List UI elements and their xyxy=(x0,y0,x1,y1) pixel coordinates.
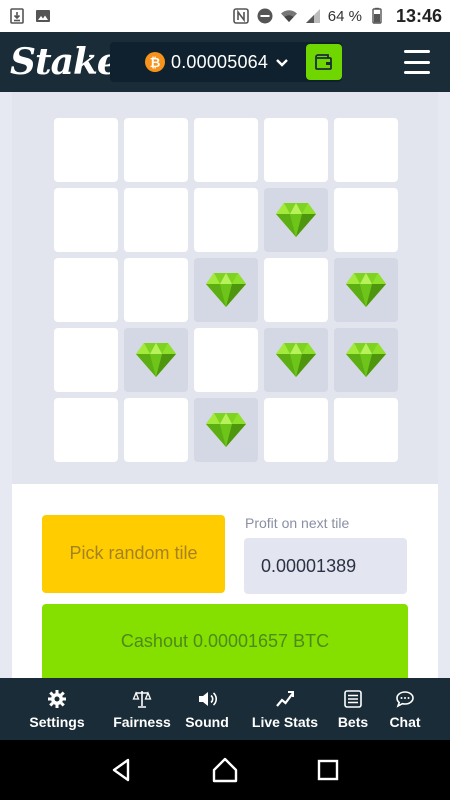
nav-settings[interactable]: Settings xyxy=(0,678,114,740)
tile-gem xyxy=(124,328,188,392)
android-nav-bar xyxy=(0,740,450,800)
nav-sound[interactable]: Sound xyxy=(170,678,244,740)
chart-icon xyxy=(276,690,294,707)
tile-hidden[interactable] xyxy=(124,398,188,462)
gem-icon xyxy=(346,273,386,307)
app-header: Stake ₿ 0.00005064 xyxy=(0,32,450,92)
tile-hidden[interactable] xyxy=(264,118,328,182)
image-icon xyxy=(34,7,52,25)
profit-label: Profit on next tile xyxy=(245,515,350,531)
wallet-balance-selector[interactable]: ₿ 0.00005064 xyxy=(110,42,342,82)
nav-live-stats[interactable]: Live Stats xyxy=(244,678,326,740)
pick-random-tile-button[interactable]: Pick random tile xyxy=(42,515,225,593)
tile-gem xyxy=(334,328,398,392)
tile-hidden[interactable] xyxy=(124,188,188,252)
gem-icon xyxy=(136,343,176,377)
balance-value: 0.00005064 xyxy=(171,51,269,72)
tile-gem xyxy=(264,328,328,392)
nav-label: Sound xyxy=(185,713,229,730)
gem-icon xyxy=(206,413,246,447)
tile-hidden[interactable] xyxy=(54,328,118,392)
bitcoin-icon: ₿ xyxy=(145,52,165,72)
battery-icon xyxy=(368,7,386,25)
recents-icon[interactable] xyxy=(314,756,342,784)
gear-icon xyxy=(48,689,66,708)
tile-hidden[interactable] xyxy=(334,118,398,182)
tile-hidden[interactable] xyxy=(54,118,118,182)
tile-hidden[interactable] xyxy=(334,398,398,462)
hamburger-icon[interactable] xyxy=(404,50,430,74)
nav-label: Chat xyxy=(389,713,421,730)
tile-hidden[interactable] xyxy=(264,258,328,322)
do-not-disturb-icon xyxy=(256,7,274,25)
home-icon[interactable] xyxy=(211,756,239,784)
chevron-down-icon[interactable] xyxy=(276,54,288,70)
tile-hidden[interactable] xyxy=(264,398,328,462)
nav-label: Fairness xyxy=(113,713,171,730)
list-icon xyxy=(344,689,362,708)
tile-grid xyxy=(54,118,398,462)
wallet-icon xyxy=(315,54,332,70)
mines-game-board xyxy=(12,92,438,484)
clock: 13:46 xyxy=(395,5,442,26)
gem-icon xyxy=(206,273,246,307)
nav-fairness[interactable]: Fairness xyxy=(113,678,171,740)
profit-on-next-tile-field: 0.00001389 xyxy=(244,538,407,594)
tile-hidden[interactable] xyxy=(194,118,258,182)
gem-icon xyxy=(276,203,316,237)
battery-percent: 64 % xyxy=(327,7,362,25)
gem-icon xyxy=(346,343,386,377)
scale-icon xyxy=(132,690,152,708)
nav-label: Live Stats xyxy=(251,713,319,730)
gem-icon xyxy=(276,343,316,377)
back-icon[interactable] xyxy=(108,756,136,784)
tile-hidden[interactable] xyxy=(124,118,188,182)
tile-hidden[interactable] xyxy=(194,188,258,252)
tile-gem xyxy=(334,258,398,322)
tile-hidden[interactable] xyxy=(334,188,398,252)
nav-bets[interactable]: Bets xyxy=(326,678,380,740)
speaker-icon xyxy=(199,691,217,706)
tile-hidden[interactable] xyxy=(54,258,118,322)
bottom-navigation: Settings Fairness Sound Live Stats Bets … xyxy=(0,678,450,740)
nfc-icon xyxy=(232,7,250,25)
nav-chat[interactable]: Chat xyxy=(380,678,430,740)
tile-hidden[interactable] xyxy=(54,398,118,462)
tile-gem xyxy=(194,258,258,322)
signal-icon xyxy=(304,7,322,25)
tile-gem xyxy=(264,188,328,252)
chat-icon xyxy=(396,690,414,708)
download-icon xyxy=(8,7,26,25)
stake-logo[interactable]: Stake xyxy=(10,41,120,83)
nav-label: Settings xyxy=(29,713,85,730)
tile-hidden[interactable] xyxy=(194,328,258,392)
controls-panel: Pick random tile Profit on next tile 0.0… xyxy=(12,484,438,678)
wifi-icon xyxy=(280,7,298,25)
cashout-button[interactable]: Cashout 0.00001657 BTC xyxy=(42,604,408,678)
nav-label: Bets xyxy=(337,713,369,730)
wallet-button[interactable] xyxy=(306,44,342,80)
tile-hidden[interactable] xyxy=(124,258,188,322)
tile-gem xyxy=(194,398,258,462)
status-bar: 64 % 13:46 xyxy=(0,0,450,32)
tile-hidden[interactable] xyxy=(54,188,118,252)
